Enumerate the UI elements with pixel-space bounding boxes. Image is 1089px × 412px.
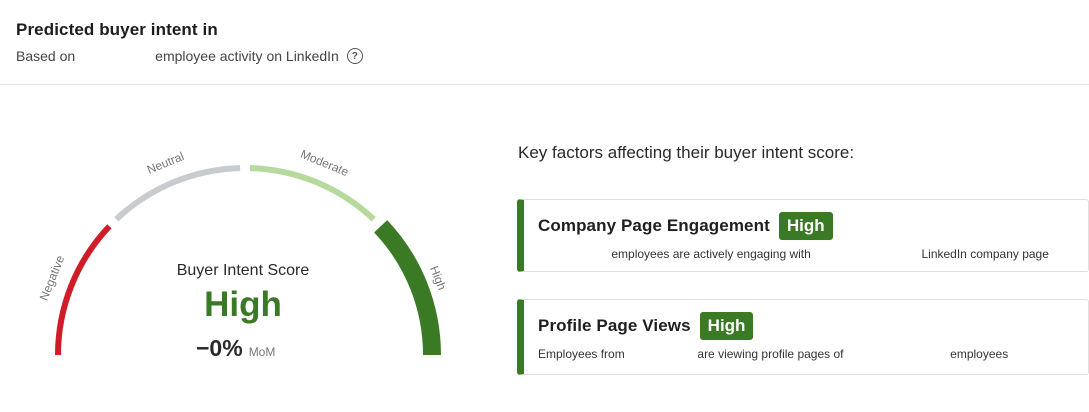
redacted-company xyxy=(628,348,694,358)
divider xyxy=(0,84,1089,85)
factor-card-profile-page-views[interactable]: Profile Page Views High Employees from a… xyxy=(517,299,1089,375)
factors-heading: Key factors affecting their buyer intent… xyxy=(518,143,855,162)
gauge-label-negative: Negative xyxy=(37,253,68,302)
factor-badge: High xyxy=(778,212,833,240)
factor-desc-end: LinkedIn company page xyxy=(921,247,1049,261)
score-change: −0% MoM xyxy=(196,335,275,362)
factor-badge: High xyxy=(699,312,754,340)
factor-desc-start: Employees from xyxy=(538,347,625,361)
subtitle-suffix: employee activity on LinkedIn xyxy=(155,48,339,64)
factor-description: employees are actively engaging with Lin… xyxy=(538,247,1049,261)
page-title: Predicted buyer intent in xyxy=(16,20,218,39)
subtitle-prefix: Based on xyxy=(16,48,76,64)
gauge-label-neutral: Neutral xyxy=(145,149,186,177)
help-icon[interactable]: ? xyxy=(346,48,363,64)
gauge-label-high: High xyxy=(427,264,449,292)
gauge-label-moderate: Moderate xyxy=(298,147,350,179)
redacted-company xyxy=(847,348,947,358)
factor-desc-mid: are viewing profile pages of xyxy=(697,347,844,361)
header: Predicted buyer intent in Based on emplo… xyxy=(16,20,363,64)
gauge-segment-negative xyxy=(55,224,112,356)
factor-title: Company Page Engagement xyxy=(538,216,770,235)
redacted-company xyxy=(75,51,155,61)
redacted-company xyxy=(538,248,608,258)
factor-title-row: Profile Page Views High xyxy=(538,312,754,340)
redacted-company xyxy=(814,248,918,258)
score-value: High xyxy=(204,285,282,324)
factor-title: Profile Page Views xyxy=(538,316,691,335)
factor-card-company-page-engagement[interactable]: Company Page Engagement High employees a… xyxy=(517,199,1089,272)
factor-description: Employees from are viewing profile pages… xyxy=(538,347,1008,361)
gauge-segment-high xyxy=(374,220,441,356)
factor-desc-mid: employees are actively engaging with xyxy=(611,247,811,261)
factor-desc-end: employees xyxy=(950,347,1009,361)
score-change-value: −0% xyxy=(196,335,243,361)
score-change-unit: MoM xyxy=(248,345,276,359)
factor-title-row: Company Page Engagement High xyxy=(538,212,833,240)
gauge-segment-neutral xyxy=(114,165,241,222)
gauge-segment-moderate xyxy=(249,165,376,222)
buyer-intent-gauge: Negative Neutral Moderate High Buyer Intent… xyxy=(0,130,500,390)
page-subtitle: Based on employee activity on LinkedIn ? xyxy=(16,48,363,64)
score-label: Buyer Intent Score xyxy=(176,262,310,279)
